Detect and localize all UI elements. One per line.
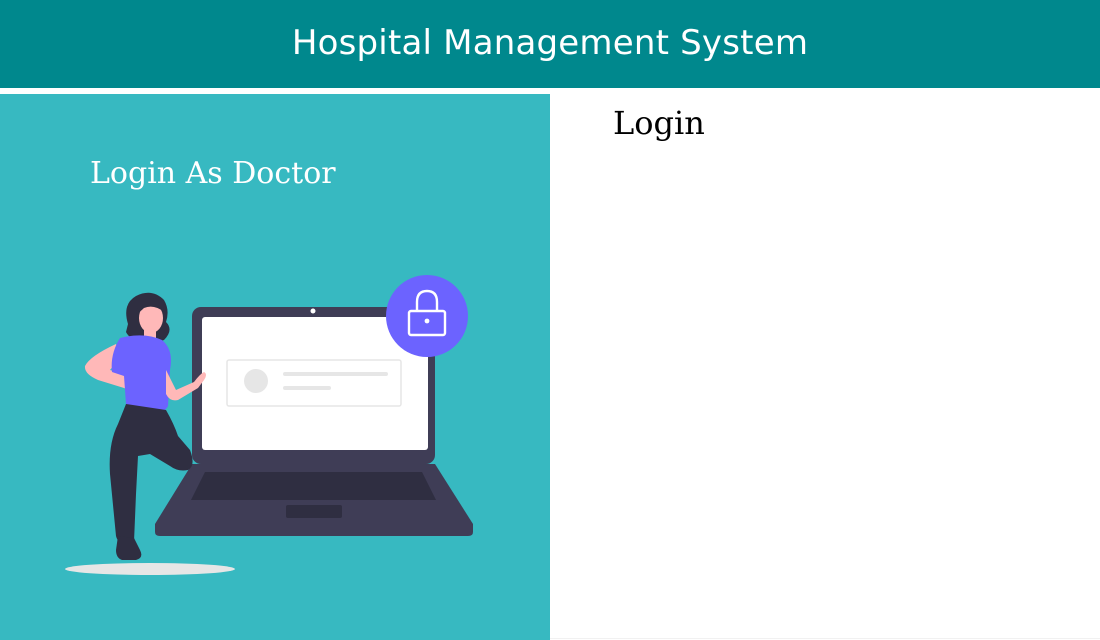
bottom-divider <box>550 638 1100 639</box>
login-role-panel: Login As Doctor <box>0 94 550 640</box>
app-root: Hospital Management System Login As Doct… <box>0 0 1100 640</box>
login-illustration <box>65 275 473 575</box>
login-form-panel: Login <box>550 94 1100 640</box>
app-title: Hospital Management System <box>291 23 809 63</box>
woman-shoe <box>116 536 142 560</box>
screen-line-1 <box>283 372 388 376</box>
screen-line-2 <box>283 386 331 390</box>
screen-avatar <box>244 369 268 393</box>
role-heading: Login As Doctor <box>90 156 336 191</box>
laptop-keyboard <box>191 472 436 500</box>
login-heading: Login <box>613 104 705 142</box>
woman-shirt <box>111 335 171 413</box>
laptop-trackpad <box>286 505 342 518</box>
lock-keyhole <box>424 318 430 324</box>
laptop-camera <box>310 308 316 314</box>
lock-badge <box>386 275 468 357</box>
header-bar: Hospital Management System <box>0 0 1100 88</box>
floor-shadow <box>65 563 235 575</box>
